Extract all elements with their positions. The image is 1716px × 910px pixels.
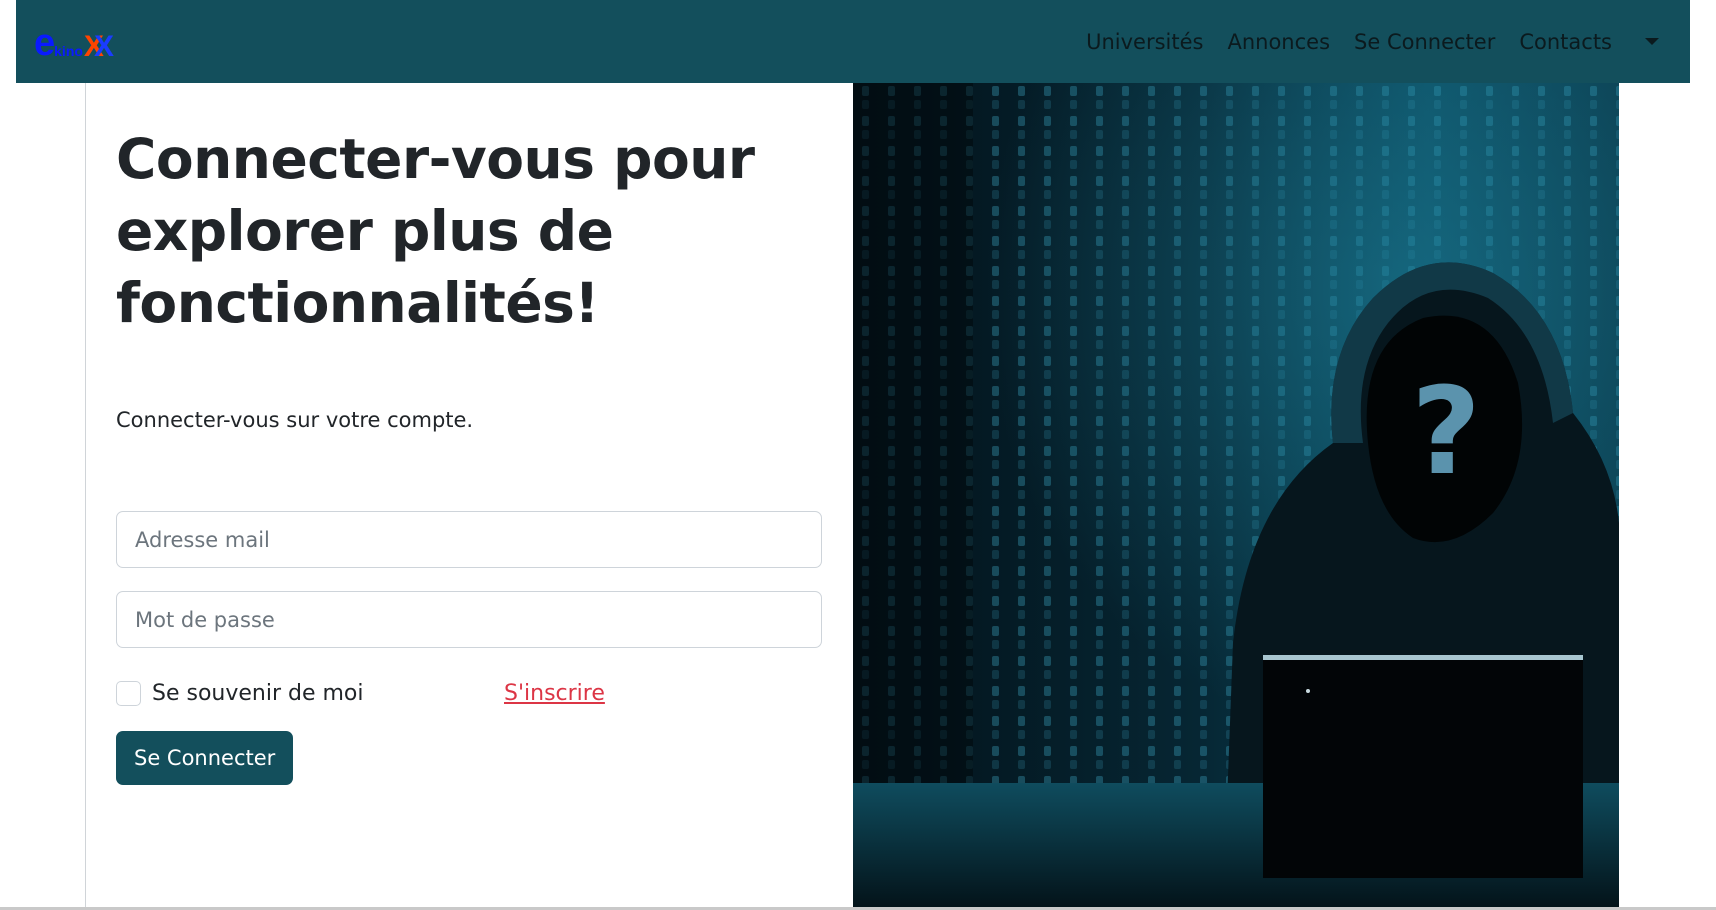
remember-me-label[interactable]: Se souvenir de moi <box>152 681 364 706</box>
nav-item-universites[interactable]: Universités <box>1074 30 1215 54</box>
brand-letter-x2: X <box>93 29 114 63</box>
nav-item-contacts[interactable]: Contacts <box>1507 30 1624 54</box>
hero-image: ? <box>853 83 1619 910</box>
nav-dropdown-toggle[interactable] <box>1632 22 1672 62</box>
brand-word-kino: kino <box>54 42 83 59</box>
remember-me-checkbox[interactable] <box>116 680 141 706</box>
brand-logo[interactable]: e kino X X <box>34 22 114 62</box>
top-navbar: e kino X X Universités Annonces Se Conne… <box>16 0 1690 83</box>
nav-item-se-connecter[interactable]: Se Connecter <box>1342 30 1507 54</box>
login-panel: Connecter-vous pour explorer plus de fon… <box>116 83 822 910</box>
remember-row: Se souvenir de moi S'inscrire <box>116 678 822 708</box>
page-title: Connecter-vous pour explorer plus de fon… <box>116 127 755 335</box>
hooded-hacker-illustration: ? <box>853 83 1619 910</box>
brand-letter-e: e <box>34 21 55 64</box>
email-input[interactable] <box>116 511 822 568</box>
nav-links: Universités Annonces Se Connecter Contac… <box>1074 22 1672 62</box>
login-submit-button[interactable]: Se Connecter <box>116 731 294 785</box>
nav-item-annonces[interactable]: Annonces <box>1215 30 1342 54</box>
signup-link[interactable]: S'inscrire <box>504 681 605 706</box>
left-divider <box>85 83 86 910</box>
question-mark-icon: ? <box>1411 363 1481 502</box>
caret-down-icon <box>1645 38 1659 45</box>
login-subtitle: Connecter-vous sur votre compte. <box>116 408 474 432</box>
password-input[interactable] <box>116 591 822 648</box>
